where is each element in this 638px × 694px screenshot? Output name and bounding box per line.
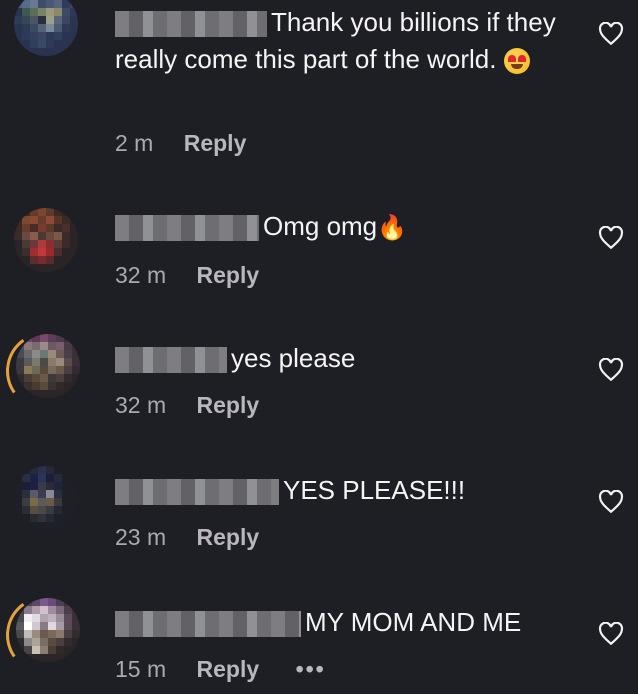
fire-emoji-icon: 🔥 xyxy=(377,214,408,242)
heart-outline-icon[interactable] xyxy=(598,22,624,46)
comment-time: 23 m xyxy=(115,524,167,550)
reply-button[interactable]: Reply xyxy=(197,524,260,550)
avatar[interactable] xyxy=(14,0,78,56)
reply-button[interactable]: Reply xyxy=(197,392,260,418)
comment-meta: 2 m Reply xyxy=(115,130,246,157)
username-blurred[interactable] xyxy=(115,479,279,506)
comment-time: 32 m xyxy=(115,392,167,418)
reply-button[interactable]: Reply xyxy=(197,262,260,288)
comment-meta: 15 m Reply ••• xyxy=(115,656,326,683)
comment-text: Omg omg🔥 xyxy=(115,208,558,247)
username-blurred[interactable] xyxy=(115,11,267,38)
comment-meta: 23 m Reply xyxy=(115,524,259,551)
more-options-icon[interactable]: ••• xyxy=(296,656,326,682)
comment-meta: 32 m Reply xyxy=(115,392,259,419)
avatar[interactable] xyxy=(16,334,80,398)
comment-meta: 32 m Reply xyxy=(115,262,259,289)
reply-button[interactable]: Reply xyxy=(197,656,260,682)
comment-text: Thank you billions if they really come t… xyxy=(115,7,556,75)
heart-outline-icon[interactable] xyxy=(598,358,624,382)
username-blurred[interactable] xyxy=(115,347,227,374)
heart-outline-icon[interactable] xyxy=(598,622,624,646)
comment-time: 2 m xyxy=(115,130,154,156)
comment-text: MY MOM AND ME xyxy=(115,604,558,641)
heart-outline-icon[interactable] xyxy=(598,226,624,250)
username-blurred[interactable] xyxy=(115,215,259,242)
reply-button[interactable]: Reply xyxy=(184,130,247,156)
avatar[interactable] xyxy=(14,466,78,530)
comment-time: 32 m xyxy=(115,262,167,288)
comment-text: yes please xyxy=(115,340,558,377)
avatar[interactable] xyxy=(16,598,80,662)
comment-text: YES PLEASE!!! xyxy=(115,472,558,509)
username-blurred[interactable] xyxy=(115,611,301,638)
comment-list: Thank you billions if they really come t… xyxy=(0,0,638,694)
comment-time: 15 m xyxy=(115,656,167,682)
heart-eyes-emoji-icon xyxy=(503,48,530,75)
heart-outline-icon[interactable] xyxy=(598,490,624,514)
avatar[interactable] xyxy=(14,208,78,272)
